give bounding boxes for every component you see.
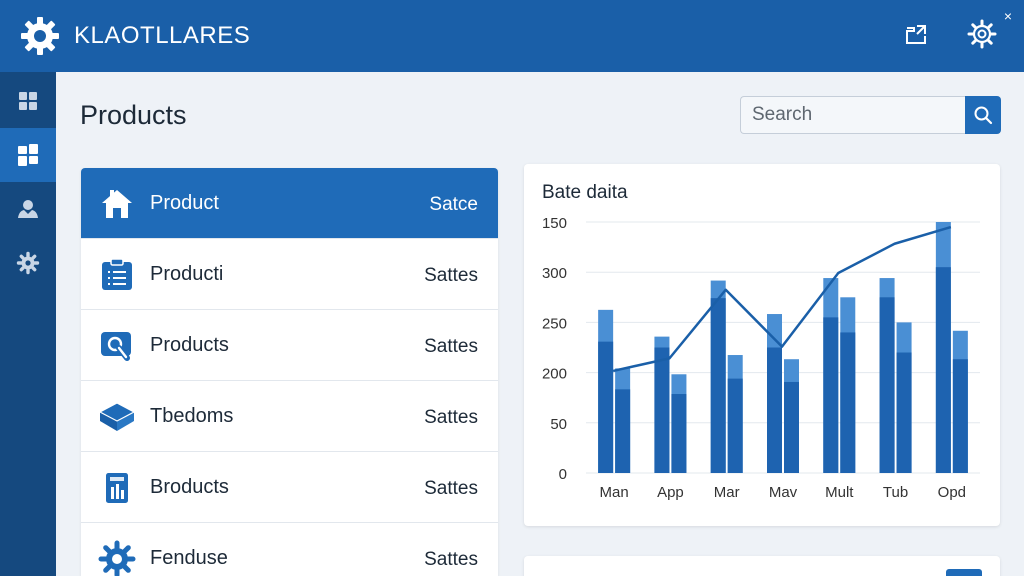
y-tick-label: 150 [542,215,567,232]
bar [784,381,799,473]
card-action-button[interactable] [946,569,982,576]
sidebar-item-grid[interactable] [0,74,56,128]
list-item-name: Broducts [150,476,229,498]
bar [767,347,782,473]
grid-icon [19,92,37,110]
list-item-producti[interactable]: Producti Sattes [81,239,498,310]
bar [615,389,631,473]
document-icon [97,469,137,507]
y-tick-label: 200 [542,366,567,383]
gear-icon [97,540,137,576]
home-icon [97,185,137,223]
sidebar-item-users[interactable] [0,182,56,236]
export-button[interactable] [898,16,934,52]
y-tick-label: 300 [542,265,567,282]
list-item-name: Tbedoms [150,405,234,427]
list-item-status: Sattes [424,336,478,357]
x-tick-label: Mar [714,484,740,501]
users-icon [18,200,38,218]
y-tick-label: 250 [542,315,567,332]
dashboard-icon [18,144,38,166]
gear-logo-icon [21,17,59,55]
export-icon [906,25,926,44]
bar [727,378,743,473]
list-item-status: Sattes [424,265,478,286]
search-button[interactable] [965,96,1001,134]
secondary-card [524,556,1000,576]
x-tick-label: Man [600,484,629,501]
product-list: Product Satce Producti Sattes Products S… [81,168,498,576]
list-item-status: Sattes [424,478,478,499]
bar [840,332,856,473]
y-tick-label: 50 [550,416,567,433]
bar-chart: 150 300 250 200 50 0 Man App Mar Mav Mult Tub Opd [542,215,980,501]
list-item-product[interactable]: Product Satce [81,168,498,239]
clipboard-icon [97,256,137,294]
list-item-name: Product [150,192,219,214]
x-tick-label: Mult [825,484,854,501]
list-item-status: Satce [429,194,478,215]
bar [654,347,670,473]
top-bar: KLAOTLLARES × [0,0,1024,72]
list-item-products[interactable]: Products Sattes [81,310,498,381]
bar [671,394,687,473]
list-item-broducts[interactable]: Broducts Sattes [81,452,498,523]
x-tick-label: Mav [769,484,798,501]
gear-icon [16,251,40,275]
list-item-status: Sattes [424,549,478,570]
list-item-tbedoms[interactable]: Tbedoms Sattes [81,381,498,452]
search-chat-icon [97,327,137,365]
page-title: Products [80,100,187,130]
sidebar-item-settings[interactable] [0,236,56,290]
bar [896,352,912,473]
list-item-name: Fenduse [150,547,228,569]
bar [710,298,726,473]
search-input[interactable] [740,96,966,134]
search-icon [974,106,993,125]
x-tick-label: App [657,484,684,501]
bar [823,317,839,473]
y-tick-label: 0 [559,466,567,483]
sidebar-item-dashboard[interactable] [0,128,56,182]
list-item-name: Producti [150,263,224,285]
settings-button[interactable] [964,16,1000,52]
bar [952,359,968,473]
box-icon [97,398,137,436]
x-tick-label: Opd [938,484,966,501]
list-item-name: Products [150,334,229,356]
chart-card: Bate daita 150 300 250 200 50 0 Man App Mar Mav Mu… [524,164,1000,526]
bar [935,267,951,473]
bar [598,341,614,473]
gear-icon [967,19,997,49]
sidebar [0,72,56,576]
close-button[interactable]: × [1004,8,1012,24]
app-title: KLAOTLLARES [74,22,251,49]
list-item-status: Sattes [424,407,478,428]
bar [879,297,895,473]
x-tick-label: Tub [883,484,908,501]
list-item-fenduse[interactable]: Fenduse Sattes [81,523,498,576]
